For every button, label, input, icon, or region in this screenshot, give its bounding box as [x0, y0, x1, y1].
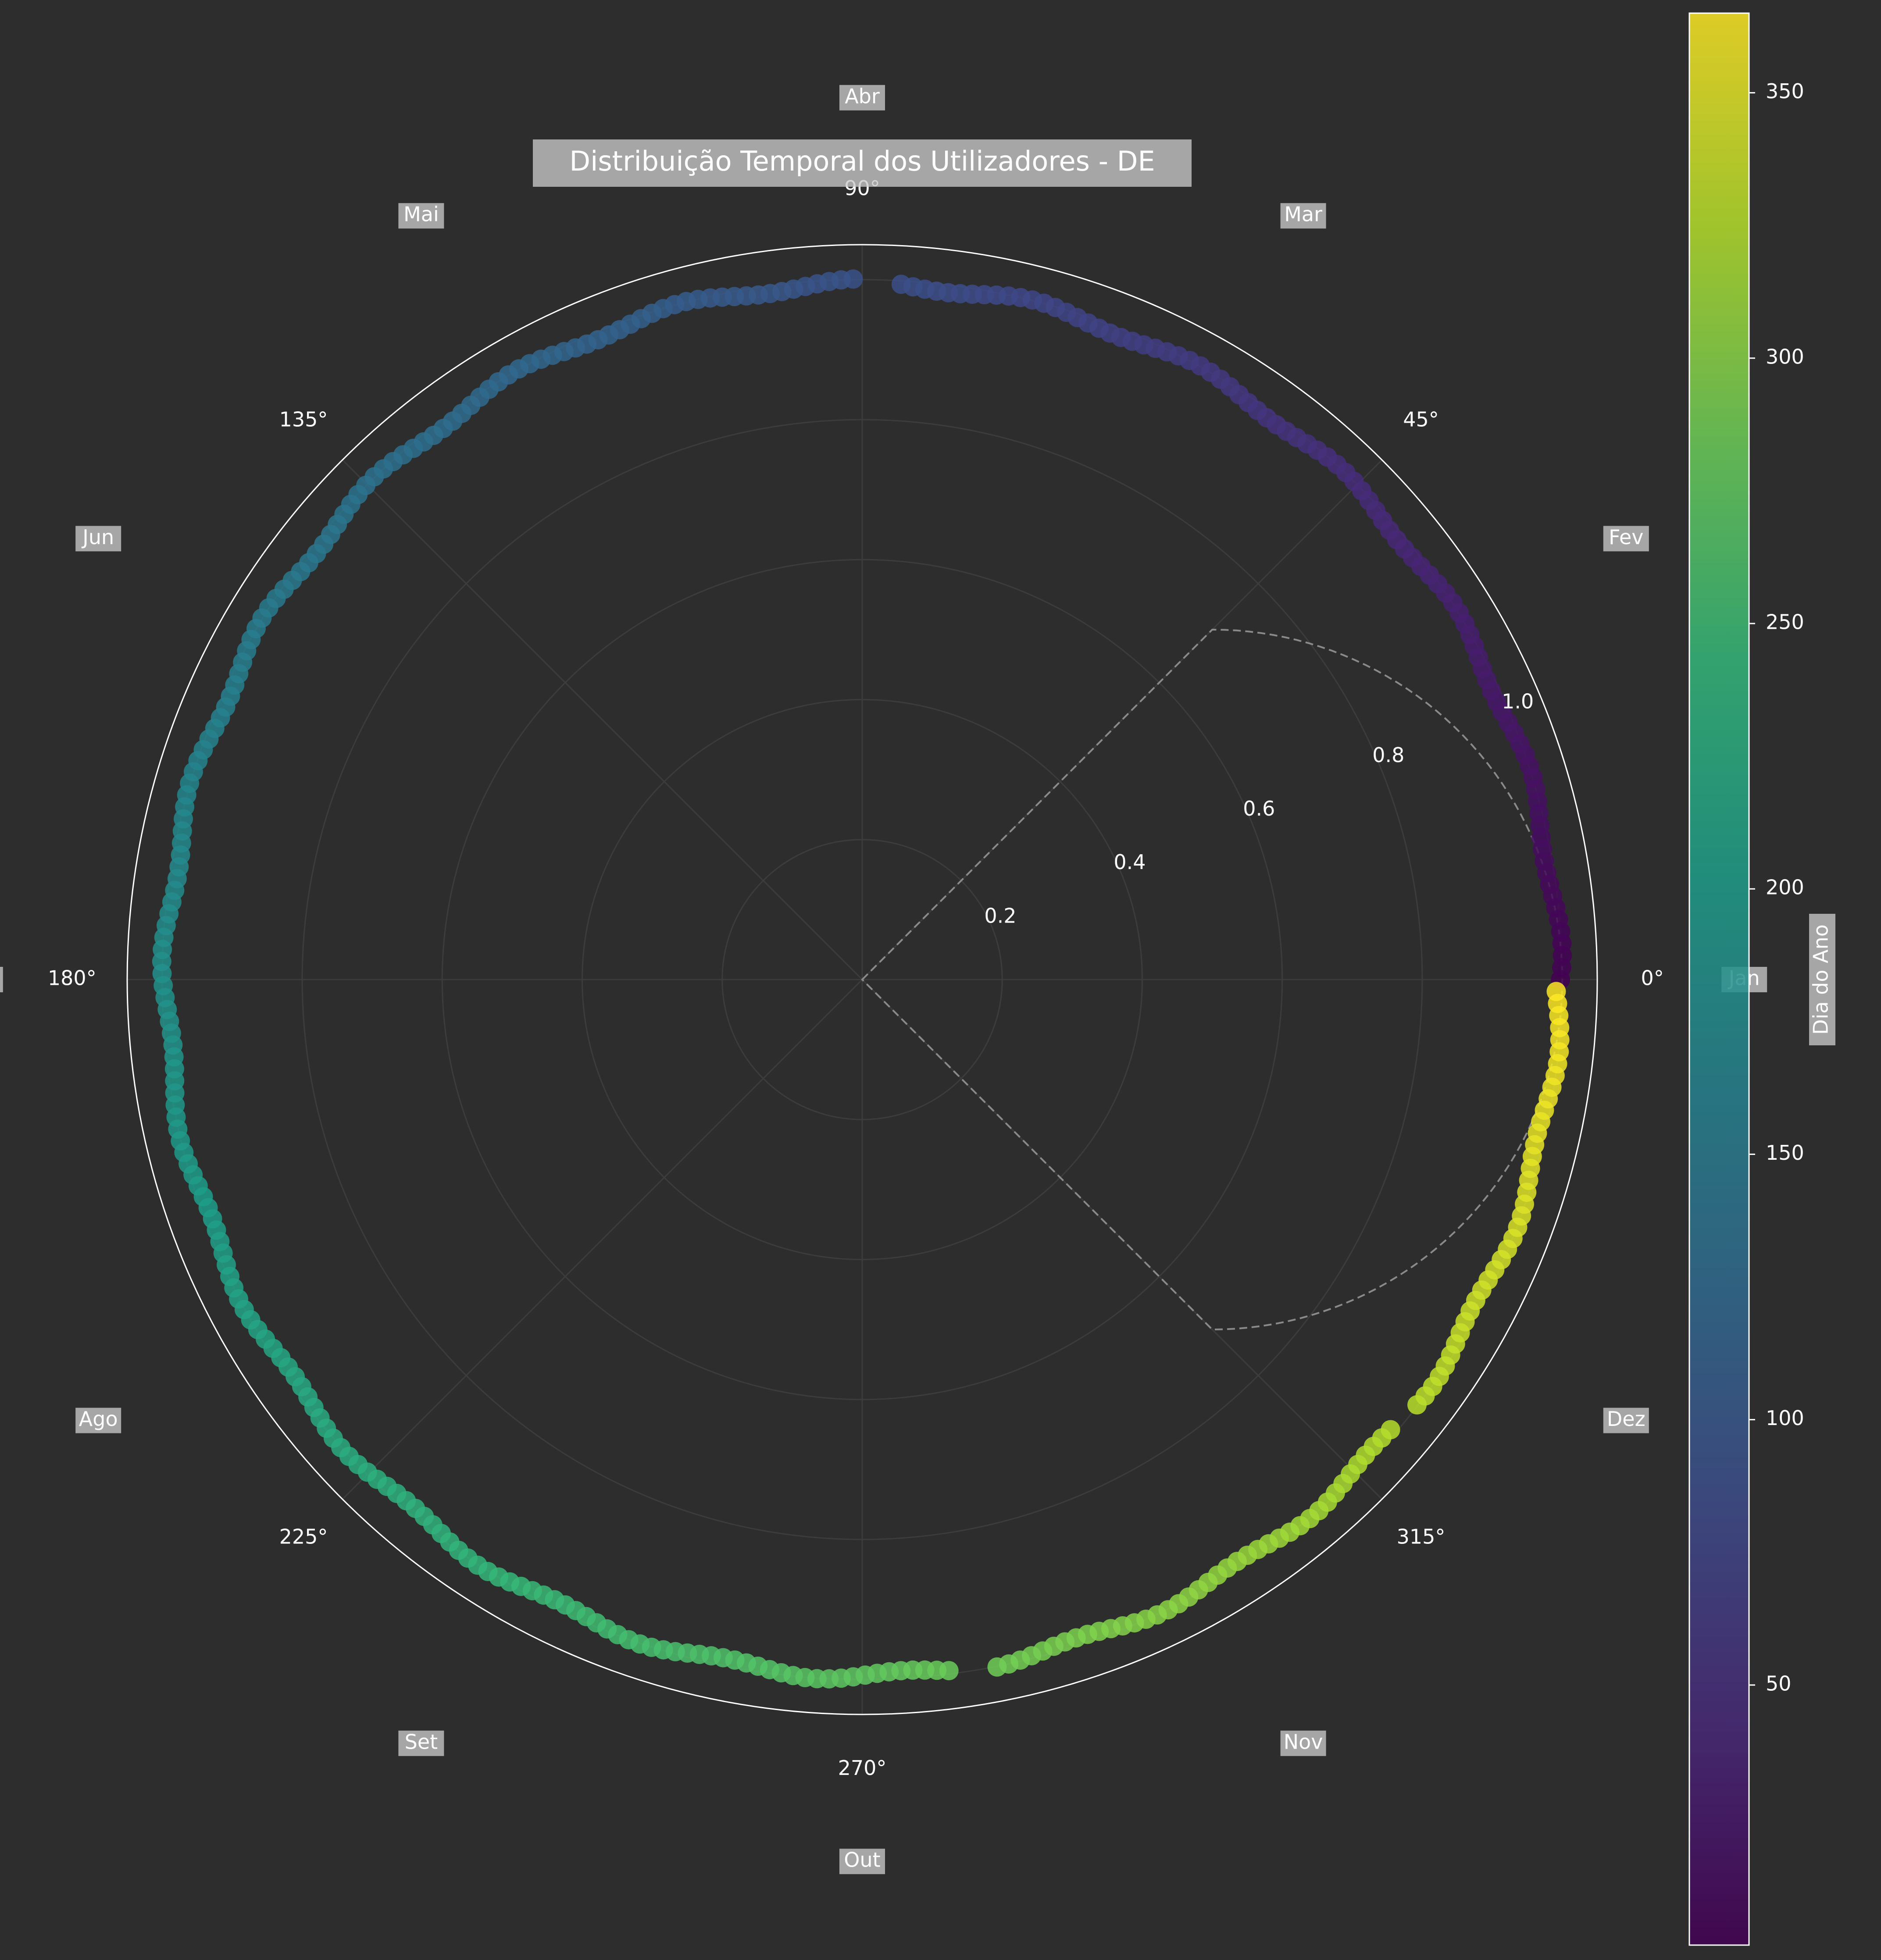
month-label-text: Jun [81, 525, 114, 549]
month-label: Mai [398, 203, 444, 229]
month-label-text: Fev [1609, 525, 1643, 549]
colorbar-tick-label: 150 [1766, 1141, 1804, 1165]
chart-title-group: Distribuição Temporal dos Utilizadores -… [533, 139, 1192, 187]
polar-chart: 0°45°90°135°180°225°270°315°0.20.40.60.8… [0, 0, 1881, 1960]
colorbar-gradient [1688, 12, 1750, 1946]
data-point [939, 1661, 959, 1681]
colorbar-tick-label: 250 [1766, 610, 1804, 634]
colorbar-tick-label: 100 [1766, 1406, 1804, 1430]
chart-title: Distribuição Temporal dos Utilizadores -… [569, 145, 1155, 177]
data-point [1546, 982, 1566, 1001]
month-label: Out [839, 1848, 885, 1874]
colorbar-label: Dia do Ano [1809, 924, 1833, 1035]
month-label: Set [398, 1730, 444, 1756]
month-label-text: Ago [79, 1407, 118, 1431]
month-label-text: Abr [845, 84, 880, 108]
month-label-text: Mai [403, 203, 439, 226]
data-point [891, 274, 911, 294]
month-label: Nov [1280, 1730, 1326, 1756]
colorbar-tick-label: 50 [1766, 1671, 1792, 1695]
radial-tick-label: 0.4 [1114, 850, 1146, 874]
colorbar-tick-label: 300 [1766, 345, 1804, 368]
month-label: Fev [1603, 525, 1649, 552]
month-label: Mar [1280, 203, 1326, 229]
angle-tick-label: 315° [1397, 1525, 1446, 1549]
angle-tick-label: 45° [1403, 408, 1439, 431]
month-label-text: Set [405, 1730, 438, 1753]
month-label: Jul [0, 967, 3, 992]
radial-tick-label: 0.8 [1372, 743, 1404, 767]
angle-tick-label: 0° [1641, 966, 1664, 990]
radial-tick-label: 0.2 [984, 904, 1016, 927]
month-label-text: Mar [1284, 203, 1322, 226]
colorbar-tick-label: 200 [1766, 876, 1804, 899]
month-label: Dez [1603, 1407, 1649, 1433]
month-label-text: Nov [1284, 1730, 1323, 1753]
month-label: Jun [75, 525, 121, 552]
data-point [1381, 1420, 1400, 1440]
month-label: Abr [839, 84, 885, 110]
month-label-text: Dez [1607, 1407, 1645, 1431]
angle-tick-label: 270° [838, 1756, 887, 1780]
radial-tick-label: 0.6 [1243, 797, 1275, 820]
month-label: Ago [75, 1407, 121, 1433]
radial-tick-label: 1.0 [1502, 690, 1534, 713]
angle-tick-label: 225° [279, 1525, 328, 1549]
colorbar-tick-label: 350 [1766, 79, 1804, 103]
angle-tick-label: 180° [48, 966, 96, 990]
month-label-background [0, 967, 3, 992]
angle-tick-label: 135° [279, 408, 328, 431]
month-label-text: Out [844, 1848, 880, 1872]
